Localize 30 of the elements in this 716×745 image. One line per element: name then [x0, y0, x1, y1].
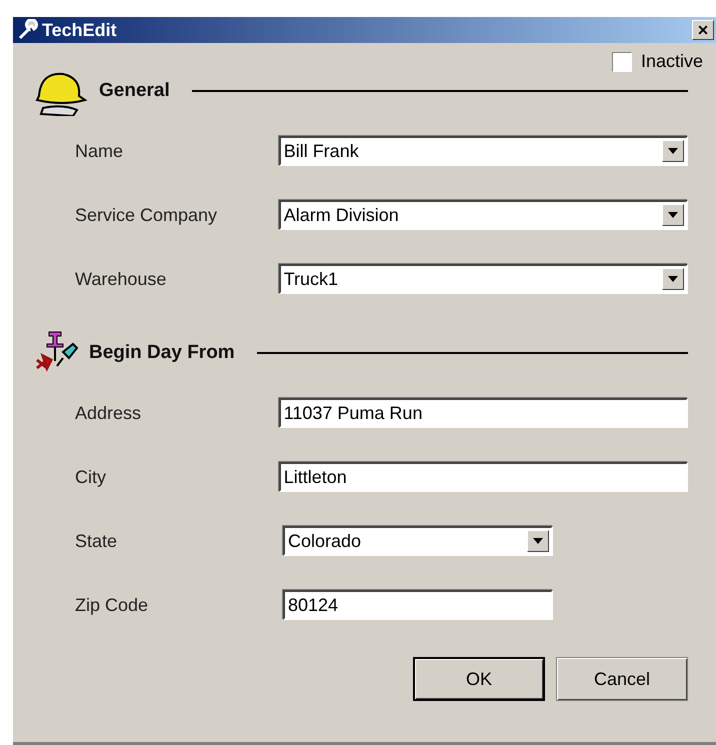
field-label: Service Company: [75, 204, 218, 226]
window-title: TechEdit: [42, 20, 118, 40]
field-label: City: [75, 466, 107, 488]
checkbox-label: Inactive: [640, 51, 703, 72]
caret-icon: [668, 276, 678, 282]
dialog-button[interactable]: OK: [413, 657, 545, 701]
caret-icon: [533, 538, 543, 544]
caret-icon: [668, 148, 678, 154]
dropdown[interactable]: Alarm Division: [278, 200, 688, 230]
caret-icon: [668, 212, 678, 218]
dropdown-button[interactable]: [662, 140, 684, 162]
close-button[interactable]: ×: [692, 20, 714, 40]
section-title: Begin Day From: [89, 342, 235, 364]
wrench-icon: [17, 19, 39, 41]
dropdown[interactable]: Truck1: [278, 264, 688, 294]
dropdown[interactable]: Colorado: [283, 526, 553, 556]
field-label: Warehouse: [75, 268, 168, 290]
dropdown-button[interactable]: [527, 530, 549, 552]
input-field[interactable]: 11037 Puma Run: [278, 398, 688, 428]
dialog-button[interactable]: Cancel: [556, 657, 688, 701]
input-field[interactable]: 80124: [283, 590, 553, 620]
input-field[interactable]: Littleton: [278, 462, 688, 492]
dropdown-button[interactable]: [662, 268, 684, 290]
dropdown[interactable]: Bill Frank: [278, 136, 688, 166]
field-label: Address: [75, 402, 142, 424]
dropdown-button[interactable]: [662, 204, 684, 226]
field-label: Name: [75, 140, 124, 162]
field-label: State: [75, 530, 118, 552]
section-title: General: [99, 80, 170, 102]
field-label: Zip Code: [75, 594, 150, 616]
